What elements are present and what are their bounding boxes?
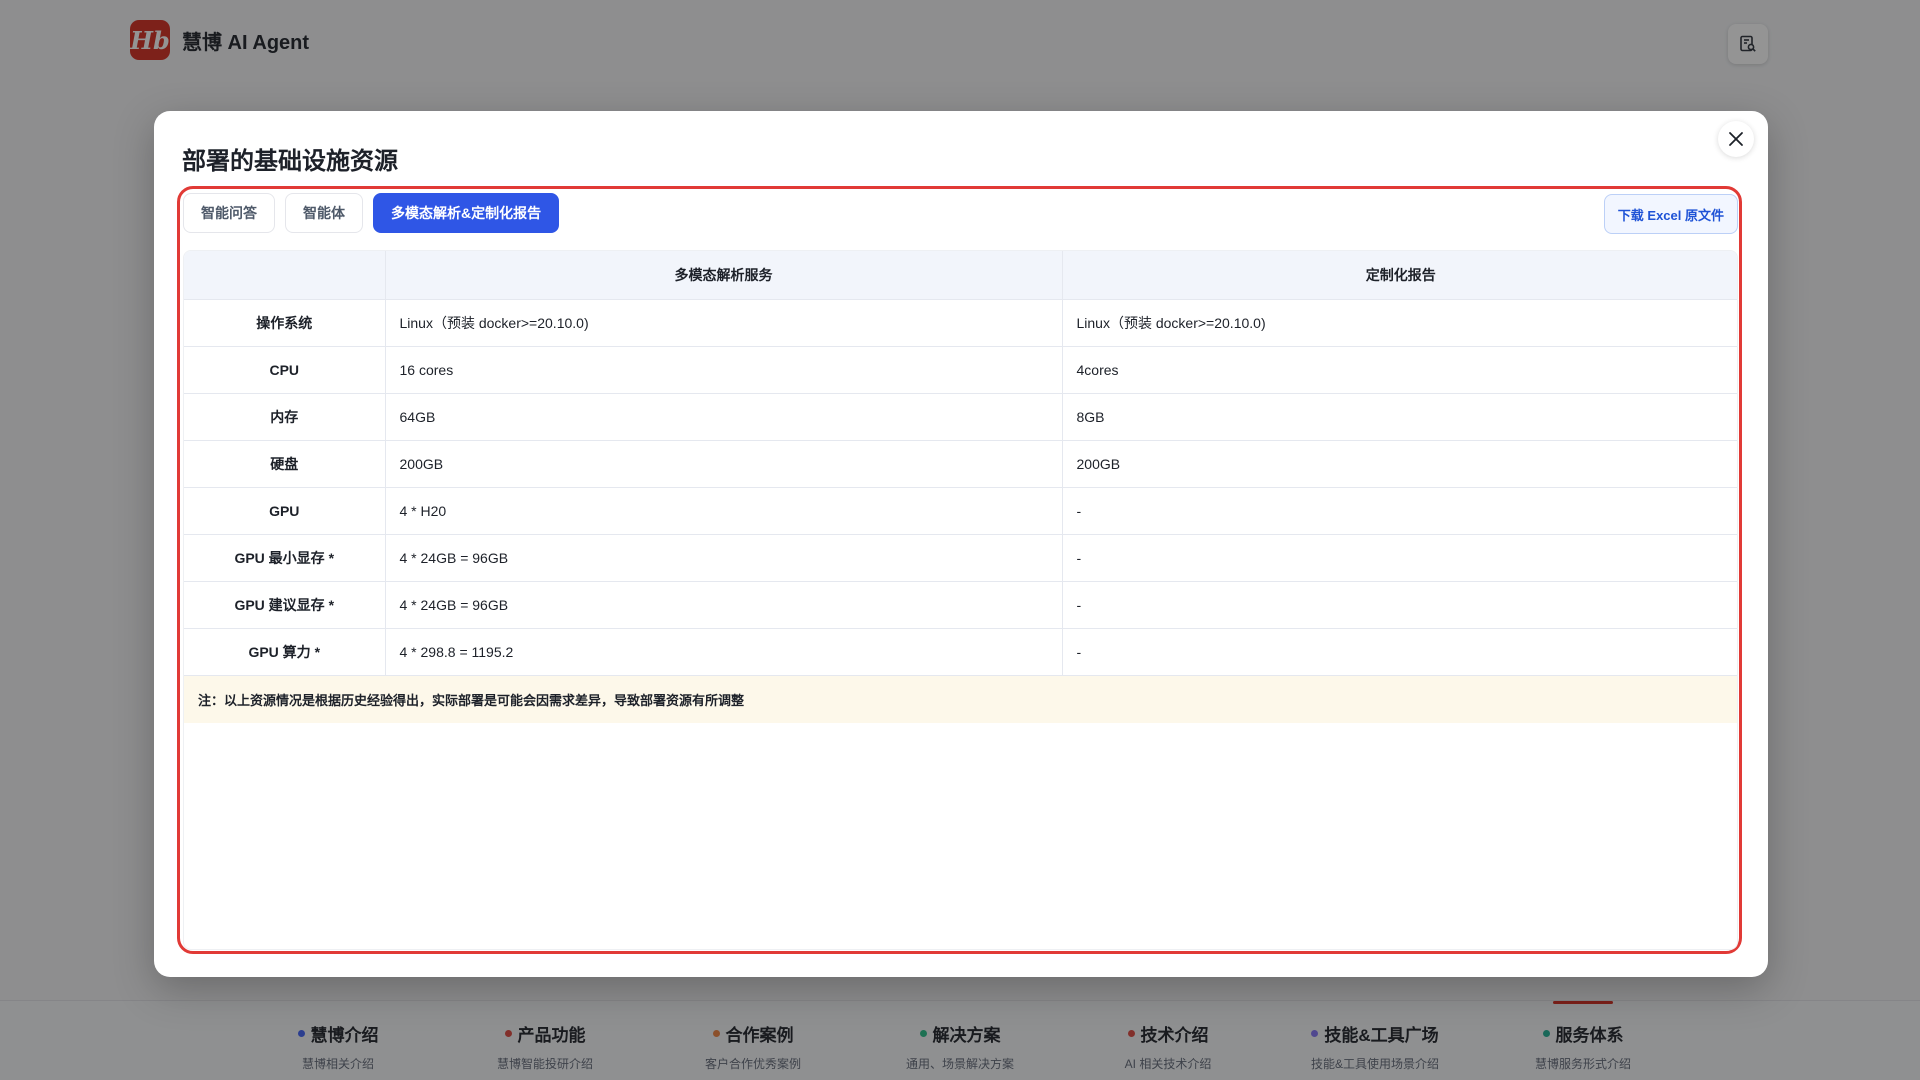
table-row: 硬盘 200GB 200GB [184,440,1737,488]
table-row-label: GPU 算力 * [184,628,386,676]
resource-table-container: 多模态解析服务 定制化报告 操作系统 Linux（预装 docker>=20.10… [183,250,1738,950]
table-cell: 4 * H20 [385,487,1063,535]
resource-tabs: 智能问答 智能体 多模态解析&定制化报告 [183,193,560,233]
table-row: CPU 16 cores 4cores [184,346,1737,394]
table-header-row: 多模态解析服务 定制化报告 [184,251,1737,300]
table-cell: Linux（预装 docker>=20.10.0) [385,299,1063,347]
table-cell: Linux（预装 docker>=20.10.0) [1062,299,1737,347]
table-cell: 4cores [1062,346,1737,394]
table-row: 内存 64GB 8GB [184,393,1737,441]
table-row: GPU 4 * H20- [184,487,1737,535]
table-cell: 64GB [385,393,1063,441]
table-row-label: GPU [184,487,386,535]
tab-smart-qa[interactable]: 智能问答 [183,193,275,233]
tab-agent[interactable]: 智能体 [285,193,363,233]
table-cell: - [1062,534,1737,582]
table-cell: - [1062,628,1737,676]
table-header-custom-report: 定制化报告 [1062,251,1737,300]
modal-title: 部署的基础设施资源 [182,148,398,175]
table-cell: 8GB [1062,393,1737,441]
download-excel-button[interactable]: 下载 Excel 原文件 [1603,194,1738,234]
table-row-label: 内存 [184,393,386,441]
table-row-label: GPU 建议显存 * [184,581,386,629]
table-row: GPU 最小显存 * 4 * 24GB = 96GB - [184,534,1737,582]
table-row: GPU 算力 * 4 * 298.8 = 1195.2- [184,628,1737,676]
tab-multimodal-report[interactable]: 多模态解析&定制化报告 [373,193,560,233]
table-row: 操作系统 Linux（预装 docker>=20.10.0) Linux（预装 do… [184,299,1737,347]
table-cell: - [1062,581,1737,629]
table-cell: 4 * 24GB = 96GB [385,581,1063,629]
table-row-label: 硬盘 [184,440,386,488]
resource-table: 多模态解析服务 定制化报告 操作系统 Linux（预装 docker>=20.10… [184,251,1737,676]
close-button[interactable] [1718,121,1754,157]
table-note: 注：以上资源情况是根据历史经验得出，实际部署是可能会因需求差异，导致部署资源有所… [184,675,1737,723]
table-row-label: GPU 最小显存 * [184,534,386,582]
table-header-corner [184,251,386,300]
infrastructure-modal: 部署的基础设施资源 智能问答 智能体 多模态解析&定制化报告 下载 Excel … [154,111,1768,977]
close-icon [1729,132,1743,146]
table-row-label: CPU [184,346,386,394]
table-cell: - [1062,487,1737,535]
table-cell: 16 cores [385,346,1063,394]
table-row-label: 操作系统 [184,299,386,347]
table-cell: 4 * 298.8 = 1195.2 [385,628,1063,676]
table-cell: 4 * 24GB = 96GB [385,534,1063,582]
table-cell: 200GB [1062,440,1737,488]
table-row: GPU 建议显存 * 4 * 24GB = 96GB - [184,581,1737,629]
table-cell: 200GB [385,440,1063,488]
table-header-multimodal: 多模态解析服务 [385,251,1063,300]
